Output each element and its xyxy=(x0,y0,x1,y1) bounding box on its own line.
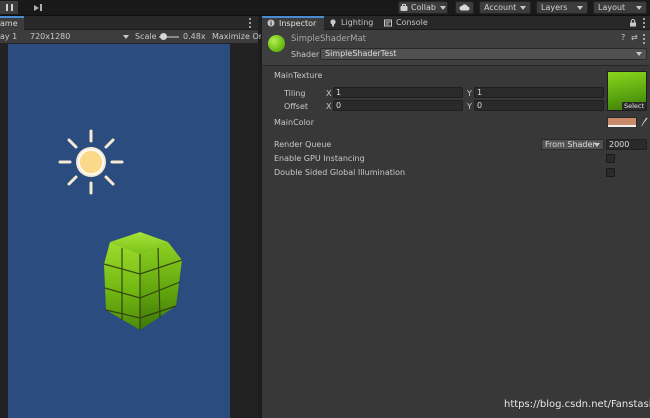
tiling-label: Tiling xyxy=(284,89,306,98)
chevron-down-icon xyxy=(123,35,129,39)
pause-icon xyxy=(5,4,13,11)
help-icon[interactable]: ? xyxy=(621,33,625,42)
collab-button[interactable]: Collab xyxy=(398,1,448,14)
scale-slider-handle[interactable] xyxy=(160,33,167,40)
tab-game[interactable]: ame xyxy=(0,16,24,30)
tab-console[interactable]: Console xyxy=(379,16,439,30)
gpu-instancing-checkbox[interactable] xyxy=(606,154,615,163)
texture-select-button[interactable]: Select xyxy=(621,102,646,110)
main-color-label: MainColor xyxy=(274,118,314,127)
main-texture-slot[interactable]: Select xyxy=(607,71,647,111)
render-queue-label: Render Queue xyxy=(274,140,332,149)
sun-icon xyxy=(58,129,124,195)
offset-y-field[interactable]: 0 xyxy=(474,100,604,111)
more-options-icon[interactable] xyxy=(643,18,645,28)
game-tab-bar: ame xyxy=(0,16,258,30)
step-button[interactable] xyxy=(29,1,47,14)
green-cube xyxy=(103,232,183,330)
layers-dropdown[interactable]: Layers xyxy=(536,1,588,14)
chevron-down-icon xyxy=(577,6,583,10)
more-options-icon[interactable] xyxy=(643,34,645,44)
material-name: SimpleShaderMat xyxy=(291,34,367,44)
tiling-y-axis-label: Y xyxy=(467,89,472,98)
game-view-options: ay 1 720x1280 Scale 0.48x Maximize On xyxy=(0,30,264,44)
shader-label: Shader xyxy=(291,50,320,59)
shader-dropdown[interactable]: SimpleShaderTest xyxy=(320,48,647,60)
chevron-down-icon xyxy=(636,52,642,56)
display-dropdown[interactable]: ay 1 xyxy=(0,32,17,41)
resolution-dropdown[interactable]: 720x1280 xyxy=(30,32,70,41)
render-queue-value-field[interactable]: 2000 xyxy=(606,139,647,150)
preset-icon[interactable]: ⇄ xyxy=(631,33,638,42)
tab-lighting[interactable]: Lighting xyxy=(324,16,379,30)
cloud-icon xyxy=(459,4,470,11)
pause-button[interactable] xyxy=(0,1,18,14)
more-options-icon[interactable] xyxy=(249,18,251,28)
offset-x-field[interactable]: 0 xyxy=(333,100,463,111)
step-icon xyxy=(34,4,42,11)
material-header: SimpleShaderMat ? ⇄ Shader SimpleShaderT… xyxy=(262,30,650,66)
game-viewport[interactable] xyxy=(8,44,230,418)
material-preview-icon xyxy=(268,35,285,52)
tiling-x-axis-label: X xyxy=(326,89,332,98)
main-color-alpha-bar xyxy=(608,125,636,127)
chevron-down-icon xyxy=(594,143,600,147)
gpu-instancing-label: Enable GPU Instancing xyxy=(274,154,365,163)
tiling-x-field[interactable]: 1 xyxy=(333,87,463,98)
chevron-down-icon xyxy=(636,6,642,10)
double-sided-gi-label: Double Sided Global Illumination xyxy=(274,168,406,177)
layout-dropdown[interactable]: Layout xyxy=(593,1,647,14)
bulb-icon xyxy=(330,19,336,27)
maximize-on-play-toggle[interactable]: Maximize On xyxy=(212,32,264,41)
console-icon xyxy=(384,19,392,27)
chevron-down-icon xyxy=(439,5,446,10)
inspector-panel: Inspector Lighting Console SimpleShaderM… xyxy=(261,16,650,418)
inspector-tab-bar: Inspector Lighting Console xyxy=(262,16,650,30)
offset-label: Offset xyxy=(284,102,309,111)
lock-icon[interactable] xyxy=(629,19,637,27)
main-texture-label: MainTexture xyxy=(274,71,323,80)
offset-x-axis-label: X xyxy=(326,102,332,111)
info-icon xyxy=(267,19,275,27)
account-dropdown[interactable]: Account xyxy=(479,1,531,14)
chevron-down-icon xyxy=(520,6,526,10)
scale-label: Scale xyxy=(135,32,157,41)
double-sided-gi-checkbox[interactable] xyxy=(606,168,615,177)
render-queue-mode-dropdown[interactable]: From Shader xyxy=(541,139,604,150)
tiling-y-field[interactable]: 1 xyxy=(474,87,604,98)
tab-inspector[interactable]: Inspector xyxy=(262,16,324,30)
offset-y-axis-label: Y xyxy=(467,102,472,111)
eyedropper-icon[interactable] xyxy=(641,117,648,127)
cloud-button[interactable] xyxy=(455,1,474,14)
scale-value: 0.48x xyxy=(183,32,206,41)
watermark-text: https://blog.csdn.net/Fanstasic xyxy=(504,399,650,410)
top-toolbar: Collab Account Layers Layout xyxy=(0,0,650,16)
collab-icon xyxy=(400,3,408,11)
